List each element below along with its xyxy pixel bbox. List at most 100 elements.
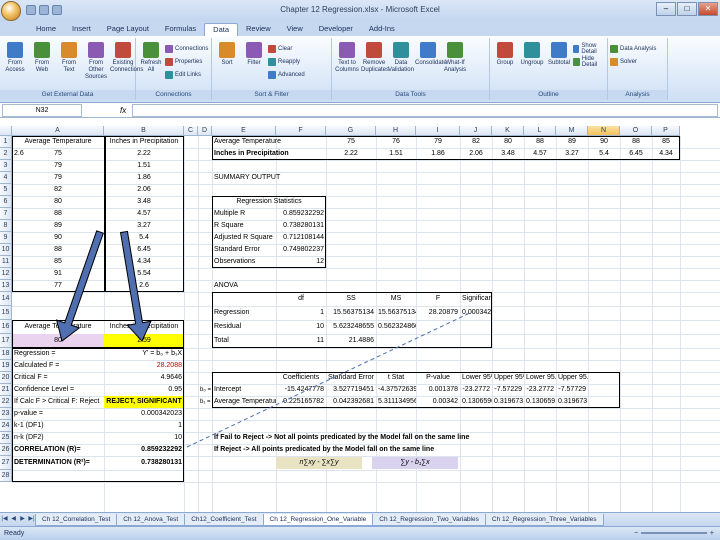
row-header-19[interactable]: 19 [0, 360, 12, 372]
column-header-f[interactable]: F [276, 126, 326, 136]
row-header-20[interactable]: 20 [0, 372, 12, 384]
ribbon-small-data-analysis[interactable]: Data Analysis [610, 44, 656, 53]
row-header-3[interactable]: 3 [0, 160, 12, 172]
row-header-11[interactable]: 11 [0, 256, 12, 268]
row-header-1[interactable]: 1 [0, 136, 12, 148]
minimize-button[interactable]: – [656, 2, 676, 16]
row-header-10[interactable]: 10 [0, 244, 12, 256]
column-header-n[interactable]: N [588, 126, 620, 136]
column-header-p[interactable]: P [652, 126, 680, 136]
ribbon-button-subtotal[interactable]: Subtotal [546, 42, 572, 67]
ribbon-button-from-access[interactable]: From Access [2, 42, 28, 74]
row-header-13[interactable]: 13 [0, 280, 12, 292]
sheet-tab[interactable]: Ch 12_Regression_One_Variable [262, 513, 374, 526]
ribbon-button-refresh-all[interactable]: Refresh All [138, 42, 164, 74]
ribbon-group-outline: Outline Group Ungroup Subtotal Show Detail Hi… [490, 38, 608, 100]
sheet-tab[interactable]: Ch 12_Regression_Three_Variables [484, 513, 604, 526]
row-header-16[interactable]: 16 [0, 320, 12, 334]
column-header-e[interactable]: E [212, 126, 276, 136]
ribbon-button-filter[interactable]: Filter [241, 42, 267, 67]
row-header-7[interactable]: 7 [0, 208, 12, 220]
column-header-m[interactable]: M [556, 126, 588, 136]
row-header-5[interactable]: 5 [0, 184, 12, 196]
column-header-h[interactable]: H [376, 126, 416, 136]
column-header-l[interactable]: L [524, 126, 556, 136]
ribbon-small-properties[interactable]: Properties [165, 57, 202, 66]
ribbon-button-from-other-sources[interactable]: From Other Sources [83, 42, 109, 81]
ribbon-button-from-web[interactable]: From Web [29, 42, 55, 74]
ribbon-small-hide-detail[interactable]: Hide Detail [573, 56, 607, 68]
row-header-4[interactable]: 4 [0, 172, 12, 184]
tab-view[interactable]: View [279, 23, 311, 36]
row-header-21[interactable]: 21 [0, 384, 12, 396]
first-sheet-icon[interactable]: |◀ [0, 515, 9, 524]
row-header-18[interactable]: 18 [0, 348, 12, 360]
column-header-a[interactable]: A [12, 126, 104, 136]
row-header-27[interactable]: 27 [0, 456, 12, 470]
column-header-k[interactable]: K [492, 126, 524, 136]
tab-page-layout[interactable]: Page Layout [99, 23, 157, 36]
column-header-o[interactable]: O [620, 126, 652, 136]
ribbon-button-from-text[interactable]: From Text [56, 42, 82, 74]
ribbon-button-remove-duplicates[interactable]: Remove Duplicates [361, 42, 389, 74]
zoom-out-icon[interactable]: − [634, 527, 638, 540]
tab-add-ins[interactable]: Add-Ins [361, 23, 403, 36]
row-header-26[interactable]: 26 [0, 444, 12, 456]
row-header-14[interactable]: 14 [0, 292, 12, 306]
row-header-8[interactable]: 8 [0, 220, 12, 232]
worksheet-grid[interactable]: Average Temperature Inches in Precipitati… [12, 136, 720, 512]
row-header-6[interactable]: 6 [0, 196, 12, 208]
row-header-17[interactable]: 17 [0, 334, 12, 348]
sheet-tab[interactable]: Ch 12_Anova_Test [116, 513, 186, 526]
tab-home[interactable]: Home [28, 23, 64, 36]
ribbon-small-connections[interactable]: Connections [165, 44, 208, 53]
prev-sheet-icon[interactable]: ◀ [9, 515, 18, 524]
ribbon-small-clear[interactable]: Clear [268, 44, 292, 53]
row-header-28[interactable]: 28 [0, 470, 12, 482]
zoom-slider[interactable]: − + [634, 529, 714, 537]
name-box[interactable]: N32 [2, 103, 82, 117]
row-header-2[interactable]: 2 [0, 148, 12, 160]
ribbon-button-sort[interactable]: Sort [214, 42, 240, 67]
fx-icon[interactable]: fx [120, 106, 126, 115]
row-header-9[interactable]: 9 [0, 232, 12, 244]
close-button[interactable]: ✕ [698, 2, 718, 16]
tab-formulas[interactable]: Formulas [157, 23, 204, 36]
select-all-corner[interactable] [0, 126, 12, 136]
column-header-b[interactable]: B [104, 126, 184, 136]
ribbon-button-existing-connections[interactable]: Existing Connections [110, 42, 143, 74]
sheet-tab[interactable]: Ch 12_Regression_Two_Variables [372, 513, 486, 526]
ribbon-small-show-detail[interactable]: Show Detail [573, 43, 607, 55]
tab-insert[interactable]: Insert [64, 23, 99, 36]
row-header-23[interactable]: 23 [0, 408, 12, 420]
ribbon-button-what-if-analysis[interactable]: What-If Analysis [442, 42, 468, 74]
row-header-15[interactable]: 15 [0, 306, 12, 320]
tab-developer[interactable]: Developer [311, 23, 361, 36]
ribbon-small-solver[interactable]: Solver [610, 57, 637, 66]
ribbon-button-consolidate[interactable]: Consolidate [415, 42, 447, 67]
zoom-in-icon[interactable]: + [710, 527, 714, 540]
sheet-tab[interactable]: Ch 12_Correlation_Test [35, 513, 118, 526]
ribbon-small-advanced[interactable]: Advanced [268, 70, 305, 79]
row-header-25[interactable]: 25 [0, 432, 12, 444]
tab-review[interactable]: Review [238, 23, 279, 36]
column-header-i[interactable]: I [416, 126, 460, 136]
column-header-d[interactable]: D [198, 126, 212, 136]
next-sheet-icon[interactable]: ▶ [18, 515, 27, 524]
ribbon-small-edit-links[interactable]: Edit Links [165, 70, 201, 79]
column-header-c[interactable]: C [184, 126, 198, 136]
sheet-tab[interactable]: Ch12_Coefficient_Test [184, 513, 264, 526]
ribbon-button-text-to-columns[interactable]: Text to Columns [334, 42, 360, 74]
row-header-24[interactable]: 24 [0, 420, 12, 432]
maximize-button[interactable]: □ [677, 2, 697, 16]
ribbon-button-group[interactable]: Group [492, 42, 518, 67]
column-header-j[interactable]: J [460, 126, 492, 136]
column-header-g[interactable]: G [326, 126, 376, 136]
formula-input[interactable] [132, 103, 718, 117]
row-header-22[interactable]: 22 [0, 396, 12, 408]
ribbon-button-ungroup[interactable]: Ungroup [519, 42, 545, 67]
tab-data[interactable]: Data [204, 23, 239, 36]
ribbon-button-data-validation[interactable]: Data Validation [388, 42, 414, 74]
row-header-12[interactable]: 12 [0, 268, 12, 280]
ribbon-small-reapply[interactable]: Reapply [268, 57, 300, 66]
